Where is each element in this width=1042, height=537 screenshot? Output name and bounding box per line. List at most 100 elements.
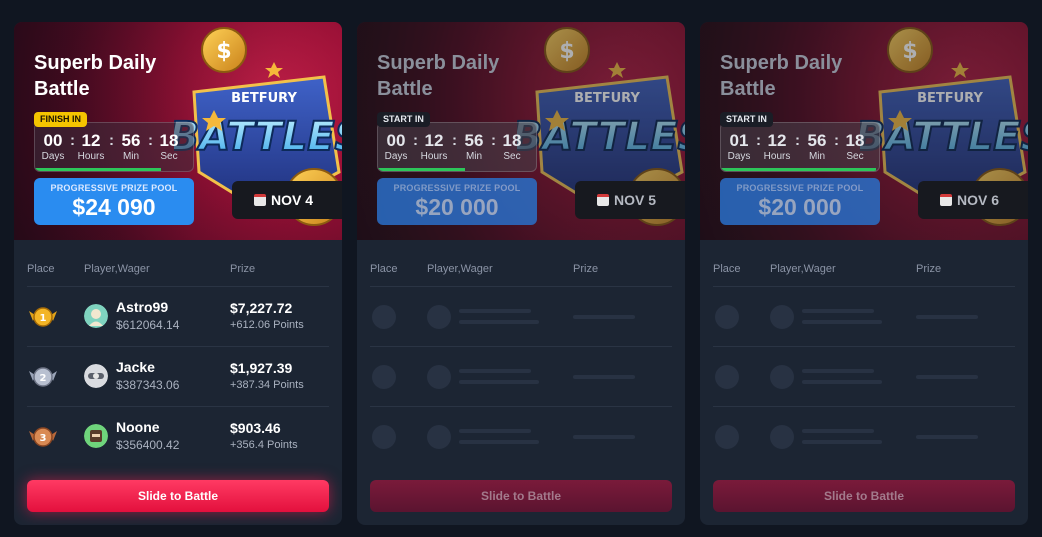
timer-progress-bar	[378, 168, 465, 171]
prize-points: +356.4 Points	[230, 439, 298, 451]
skeleton-row	[357, 287, 685, 347]
timer-min-label: Min	[122, 151, 140, 162]
battle-card: $ BETFURY BATTLES $ Superb Daily Battle …	[700, 22, 1028, 525]
skeleton-line	[459, 429, 531, 433]
calendar-icon	[940, 194, 952, 206]
header-place: Place	[27, 263, 55, 275]
skeleton-line	[459, 369, 531, 373]
timer-days-value: 00	[43, 131, 63, 150]
timer-days-label: Days	[41, 151, 65, 162]
timer-hours-value: 12	[424, 131, 444, 150]
skeleton-row	[700, 347, 1028, 407]
timer-status-badge: FINISH IN	[34, 112, 88, 127]
player-name: Jacke	[116, 359, 155, 375]
skeleton-line	[573, 435, 635, 439]
timer-hours-value: 12	[767, 131, 787, 150]
timer-sec-value: 18	[845, 131, 865, 150]
timer-sec-label: Sec	[846, 151, 864, 162]
timer-status-badge: START IN	[377, 112, 430, 127]
battle-date-text: NOV 4	[271, 192, 314, 208]
battle-date: NOV 6	[918, 181, 1028, 219]
prize-points: +387.34 Points	[230, 379, 304, 391]
prize-amount: $903.46	[230, 420, 281, 436]
prize-pool-box: PROGRESSIVE PRIZE POOL $24 090	[34, 178, 194, 225]
skeleton-place	[372, 425, 396, 449]
timer-hours-label: Hours	[763, 151, 791, 162]
battle-card: $ BETFURY BATTLES $ Superb Daily Battle …	[357, 22, 685, 525]
header-place: Place	[713, 263, 741, 275]
countdown-timer: 01 Days : 12 Hours : 56 Min : 18 Sec	[720, 122, 880, 172]
slide-to-battle-button[interactable]: Slide to Battle	[713, 480, 1015, 512]
timer-sec-label: Sec	[160, 151, 178, 162]
skeleton-avatar	[770, 305, 794, 329]
battle-title: Superb Daily Battle	[720, 52, 843, 100]
prize-pool-label: PROGRESSIVE PRIZE POOL	[393, 183, 521, 193]
bronze-medal-icon: 3	[29, 427, 57, 447]
timer-days-value: 01	[729, 131, 749, 150]
player-wager: $612064.14	[116, 318, 180, 332]
skeleton-row	[700, 407, 1028, 467]
slide-to-battle-button[interactable]: Slide to Battle	[27, 480, 329, 512]
table-row: 3 Noone $356400.42 $903.46 +356.4 Points	[14, 407, 342, 467]
skeleton-line	[916, 315, 978, 319]
avatar	[84, 304, 108, 328]
prize-pool-value: $20 000	[415, 194, 499, 220]
timer-sec-value: 18	[502, 131, 522, 150]
header-prize: Prize	[573, 263, 599, 275]
skeleton-line	[573, 315, 635, 319]
countdown-timer: 00 Days : 12 Hours : 56 Min : 18 Sec	[34, 122, 194, 172]
skeleton-row	[357, 347, 685, 407]
timer-sec-label: Sec	[503, 151, 521, 162]
skeleton-avatar	[427, 305, 451, 329]
skeleton-line	[802, 369, 874, 373]
prize-pool-label: PROGRESSIVE PRIZE POOL	[736, 183, 864, 193]
battle-date: NOV 4	[232, 181, 342, 219]
silver-medal-icon: 2	[29, 367, 57, 387]
svg-text:2: 2	[40, 373, 47, 384]
skeleton-line	[459, 380, 539, 384]
player-name: Astro99	[116, 299, 169, 315]
battle-title: Superb Daily Battle	[34, 52, 157, 100]
player-name: Noone	[116, 419, 160, 435]
header-place: Place	[370, 263, 398, 275]
timer-days-label: Days	[384, 151, 408, 162]
player-wager: $387343.06	[116, 378, 180, 392]
skeleton-row	[700, 287, 1028, 347]
header-prize: Prize	[916, 263, 942, 275]
skeleton-avatar	[770, 365, 794, 389]
calendar-icon	[254, 194, 266, 206]
battle-date-text: NOV 5	[614, 192, 657, 208]
battle-date-text: NOV 6	[957, 192, 1000, 208]
svg-text:BETFURY: BETFURY	[231, 91, 297, 106]
timer-days-value: 00	[386, 131, 406, 150]
timer-sec-value: 18	[159, 131, 179, 150]
skeleton-line	[802, 429, 874, 433]
skeleton-place	[372, 305, 396, 329]
prize-amount: $7,227.72	[230, 300, 293, 316]
countdown-timer: 00 Days : 12 Hours : 56 Min : 18 Sec	[377, 122, 537, 172]
header-player: Player,Wager	[770, 263, 836, 275]
avatar	[84, 364, 108, 388]
gold-medal-icon: 1	[29, 307, 57, 327]
svg-text:1: 1	[40, 313, 47, 324]
timer-status-badge: START IN	[720, 112, 773, 127]
skeleton-line	[802, 320, 882, 324]
table-row: 2 Jacke $387343.06 $1,927.39 +387.34 Poi…	[14, 347, 342, 407]
battle-title: Superb Daily Battle	[377, 52, 500, 100]
table-row: 1 Astro99 $612064.14 $7,227.72 +612.06 P…	[14, 287, 342, 347]
skeleton-line	[573, 375, 635, 379]
prize-amount: $1,927.39	[230, 360, 293, 376]
timer-min-label: Min	[465, 151, 483, 162]
skeleton-line	[916, 435, 978, 439]
skeleton-avatar	[427, 425, 451, 449]
header-player: Player,Wager	[427, 263, 493, 275]
player-wager: $356400.42	[116, 438, 180, 452]
skeleton-line	[802, 309, 874, 313]
timer-hours-label: Hours	[420, 151, 448, 162]
prize-pool-box: PROGRESSIVE PRIZE POOL $20 000	[377, 178, 537, 225]
skeleton-place	[372, 365, 396, 389]
svg-text:$: $	[216, 39, 231, 64]
header-prize: Prize	[230, 263, 256, 275]
slide-to-battle-button[interactable]: Slide to Battle	[370, 480, 672, 512]
avatar	[84, 424, 108, 448]
